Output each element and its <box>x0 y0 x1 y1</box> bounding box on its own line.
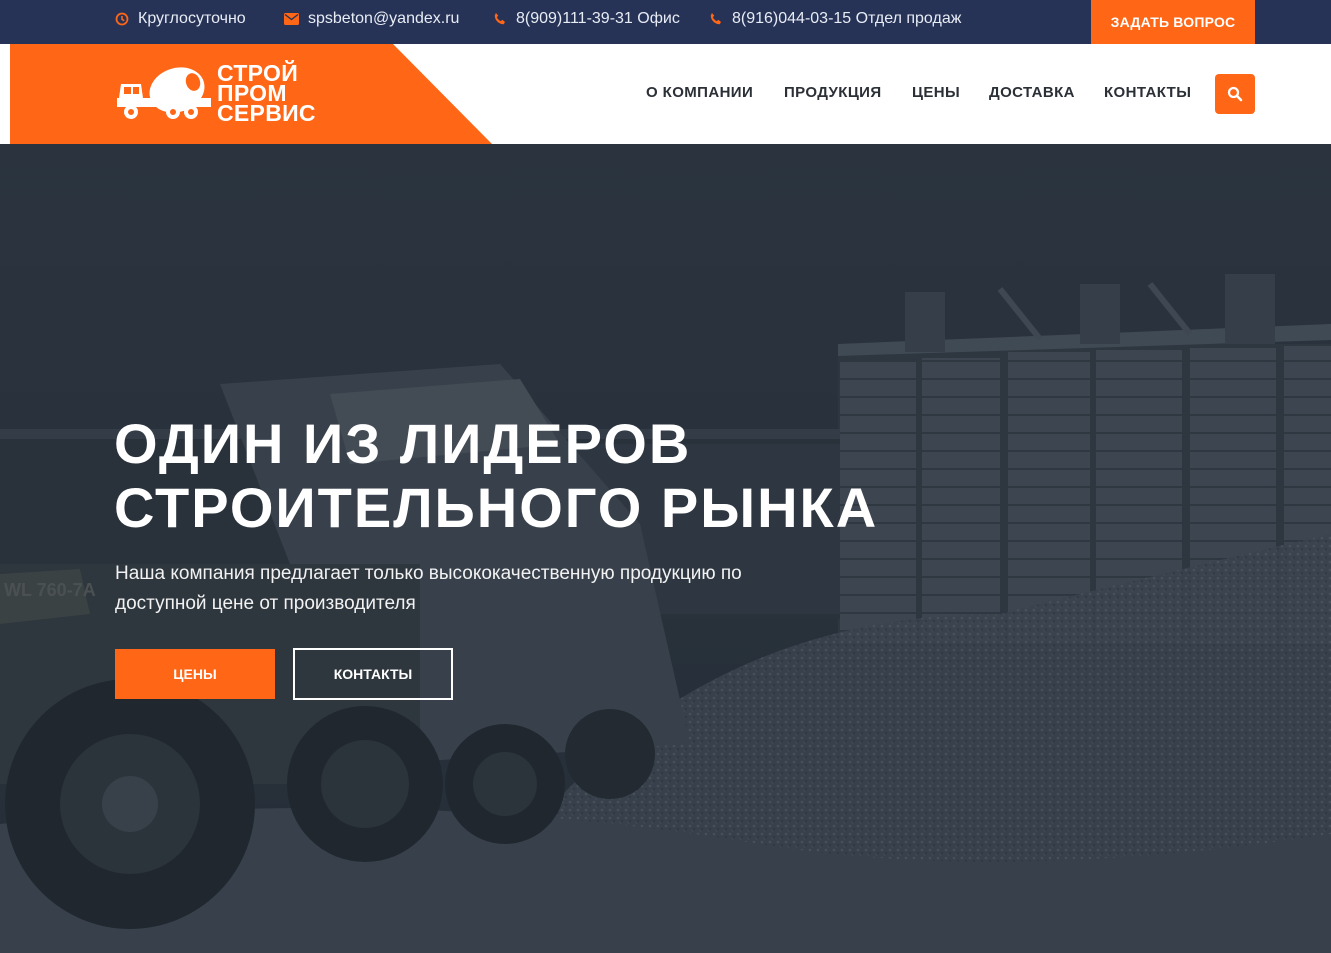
hero-section: WL 760-7A ОДИН ИЗ ЛИДЕРОВ СТРОИТЕЛЬНОГО … <box>0 144 1331 953</box>
sales-phone-text[interactable]: 8(916)044-03-15 Отдел продаж <box>732 10 961 28</box>
logo-text: СТРОЙ ПРОМ СЕРВИС <box>217 62 316 126</box>
envelope-icon <box>284 13 299 25</box>
contacts-button[interactable]: КОНТАКТЫ <box>293 648 453 700</box>
top-bar: Круглосуточно spsbeton@yandex.ru 8(909)1… <box>0 0 1331 44</box>
working-hours: Круглосуточно <box>115 0 246 38</box>
hero-title-line-2: СТРОИТЕЛЬНОГО РЫНКА <box>114 476 879 539</box>
office-phone-text[interactable]: 8(909)111-39-31 Офис <box>516 10 680 28</box>
sales-phone-link[interactable]: 8(916)044-03-15 Отдел продаж <box>709 0 961 38</box>
search-button[interactable] <box>1215 74 1255 114</box>
site-logo[interactable]: СТРОЙ ПРОМ СЕРВИС <box>117 62 317 128</box>
hero-subtitle: Наша компания предлагает только высокока… <box>115 559 815 619</box>
concrete-mixer-truck-icon <box>117 67 211 119</box>
search-icon <box>1227 86 1243 102</box>
ask-question-button[interactable]: ЗАДАТЬ ВОПРОС <box>1091 0 1255 44</box>
phone-icon <box>710 13 721 25</box>
email-text[interactable]: spsbeton@yandex.ru <box>308 10 459 28</box>
nav-item-delivery[interactable]: ДОСТАВКА <box>989 84 1075 101</box>
prices-button[interactable]: ЦЕНЫ <box>115 649 275 699</box>
office-phone-link[interactable]: 8(909)111-39-31 Офис <box>493 0 680 38</box>
hero-subtitle-line-1: Наша компания предлагает только высокока… <box>115 563 742 584</box>
nav-item-products[interactable]: ПРОДУКЦИЯ <box>784 84 882 101</box>
site-header: СТРОЙ ПРОМ СЕРВИС О КОМПАНИИ ПРОДУКЦИЯ Ц… <box>0 44 1331 144</box>
email-link[interactable]: spsbeton@yandex.ru <box>284 0 459 38</box>
nav-item-about[interactable]: О КОМПАНИИ <box>646 84 753 101</box>
phone-icon <box>494 13 505 25</box>
hero-title-line-1: ОДИН ИЗ ЛИДЕРОВ <box>114 412 692 475</box>
hero-title: ОДИН ИЗ ЛИДЕРОВ СТРОИТЕЛЬНОГО РЫНКА <box>114 412 878 540</box>
nav-item-contacts[interactable]: КОНТАКТЫ <box>1104 84 1191 101</box>
logo-line-3: СЕРВИС <box>217 100 316 126</box>
clock-icon <box>115 12 129 26</box>
nav-item-prices[interactable]: ЦЕНЫ <box>912 84 960 101</box>
working-hours-text: Круглосуточно <box>138 10 246 27</box>
hero-subtitle-line-2: доступной цене от производителя <box>115 593 416 614</box>
hero-background-image: WL 760-7A <box>0 144 1331 953</box>
